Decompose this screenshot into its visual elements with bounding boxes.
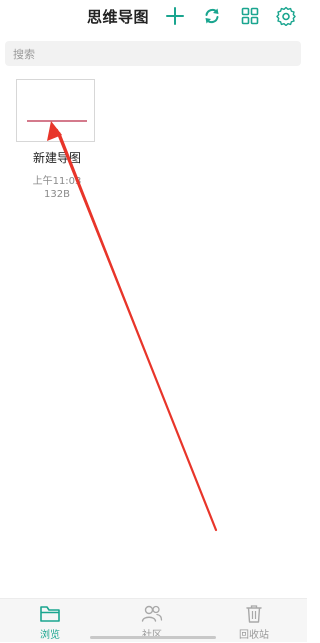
file-size: 132B — [44, 189, 70, 200]
file-card[interactable]: 新建导图 上午11:03 132B — [14, 77, 100, 207]
sync-icon — [205, 8, 219, 24]
settings-button[interactable] — [274, 4, 298, 28]
sync-button[interactable] — [200, 4, 224, 28]
grid-view-icon — [241, 7, 259, 25]
nav-label-trash: 回收站 — [239, 630, 269, 641]
page-title: 思维导图 — [87, 8, 150, 26]
nav-item-browse[interactable]: 浏览 — [20, 599, 80, 643]
add-button[interactable] — [163, 4, 187, 28]
search-placeholder: 搜索 — [13, 48, 35, 61]
thumbnail-line — [27, 120, 87, 122]
plus-icon — [166, 7, 184, 25]
gear-icon — [276, 6, 296, 26]
nav-label-browse: 浏览 — [40, 630, 60, 641]
mindmap-thumbnail[interactable] — [16, 79, 95, 142]
search-input[interactable]: 搜索 — [5, 41, 301, 66]
home-indicator[interactable] — [90, 636, 216, 639]
nav-item-trash[interactable]: 回收站 — [224, 599, 284, 643]
file-time: 上午11:03 — [32, 176, 82, 187]
file-name: 新建导图 — [32, 151, 81, 165]
grid-view-button[interactable] — [238, 4, 262, 28]
trash-icon — [246, 605, 262, 623]
folder-icon — [40, 606, 60, 622]
community-icon — [141, 605, 163, 622]
top-bar: 思维导图 — [0, 0, 307, 34]
